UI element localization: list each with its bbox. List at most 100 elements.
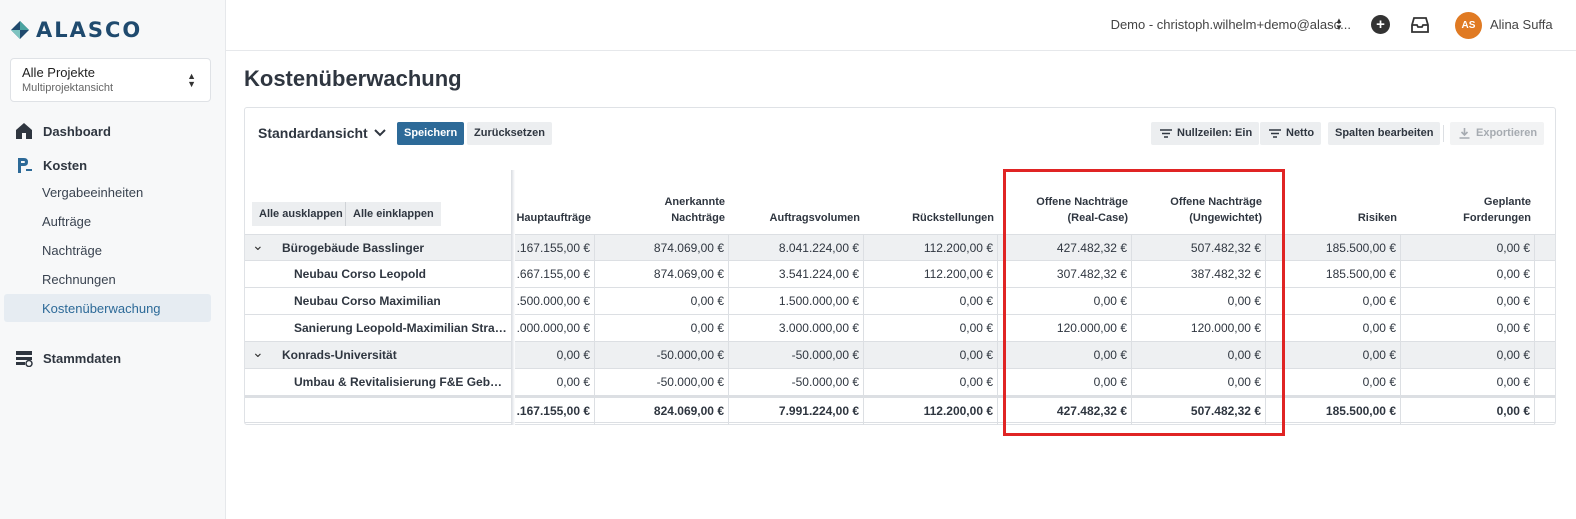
table-cell: .167.155,00 € [513, 235, 595, 262]
table-cell: 0,00 € [998, 288, 1132, 315]
view-selector-label: Standardansicht [258, 125, 368, 141]
column-header-line: Risiken [1357, 212, 1397, 224]
account-updown-icon[interactable]: ▲ ▼ [1335, 17, 1343, 32]
column-header[interactable]: Rückstellungen [912, 210, 994, 226]
table-cell: .667.155,00 € [513, 261, 595, 288]
table-cell: 3.541.224,00 € [729, 261, 864, 288]
table-row[interactable]: Neubau Corso Leopold .667.155,00 €874.069… [245, 261, 1555, 288]
table-cell: 0,00 € [998, 342, 1132, 369]
column-header[interactable]: Offene Nachträge (Real-Case) [1036, 194, 1128, 226]
project-selector-subtitle: Multiprojektansicht [22, 82, 114, 94]
group-row[interactable]: ⌄ Bürogebäude Basslinger .167.155,00 €874.… [245, 234, 1555, 262]
table-cell: 1.500.000,00 € [729, 288, 864, 315]
table-cell: 0,00 € [1266, 369, 1401, 396]
table-cell: 0,00 € [1132, 342, 1266, 369]
column-header[interactable]: Auftragsvolumen [770, 210, 860, 226]
total-cell: 427.482,32 € [998, 398, 1132, 425]
row-name: Bürogebäude Basslinger [282, 241, 425, 255]
table-cell: 0,00 € [1401, 261, 1535, 288]
save-button[interactable]: Speichern [397, 122, 465, 145]
chevron-down-icon[interactable]: ⌄ [252, 235, 264, 255]
total-cell: 7.991.224,00 € [729, 398, 864, 425]
column-header-line: Offene Nachträge [1170, 196, 1262, 208]
table-row[interactable]: Umbau & Revitalisierung F&E Gebäu... 0,00… [245, 369, 1555, 396]
table-cell: 427.482,32 € [998, 235, 1132, 262]
table-cell: 0,00 € [513, 369, 595, 396]
view-selector[interactable]: Standardansicht [258, 125, 386, 141]
table-cell: 0,00 € [1401, 315, 1535, 342]
avatar[interactable]: AS [1455, 12, 1482, 39]
collapse-all-button[interactable]: Alle einklappen [345, 202, 441, 226]
total-cell: 0,00 € [1401, 398, 1535, 425]
edit-columns-button[interactable]: Spalten bearbeiten [1328, 122, 1441, 145]
master-data-icon [14, 348, 34, 368]
logo[interactable]: ALASCO [10, 18, 142, 42]
add-circle-icon[interactable]: + [1371, 15, 1390, 34]
column-header[interactable]: Anerkannte Nachträge [664, 194, 725, 226]
column-header[interactable]: Offene Nachträge (Ungewichtet) [1170, 194, 1262, 226]
table-cell: -50.000,00 € [729, 342, 864, 369]
table-cell: 387.482,32 € [1132, 261, 1266, 288]
total-cell: 824.069,00 € [595, 398, 729, 425]
nav-vergabeeinheiten[interactable]: Vergabeeinheiten [42, 185, 143, 200]
table-cell: .000.000,00 € [513, 315, 595, 342]
logo-text: ALASCO [36, 18, 143, 42]
table-cell: 0,00 € [595, 288, 729, 315]
table-cell: 0,00 € [1132, 288, 1266, 315]
chevron-down-icon [373, 129, 386, 137]
table-cell: .500.000,00 € [513, 288, 595, 315]
expand-all-button[interactable]: Alle ausklappen [252, 202, 350, 226]
table-cell: 112.200,00 € [864, 235, 998, 262]
alasco-logo-icon [11, 21, 29, 39]
column-header-line: Geplante [1483, 196, 1531, 208]
row-name: Neubau Corso Leopold [294, 267, 426, 281]
table-cell: 0,00 € [1266, 315, 1401, 342]
total-cell: 185.500,00 € [1266, 398, 1401, 425]
export-button[interactable]: Exportieren [1450, 122, 1545, 145]
zero-rows-button[interactable]: Nullzeilen: Ein [1151, 122, 1260, 145]
column-header[interactable]: Hauptaufträge [516, 210, 591, 226]
project-selector[interactable]: Alle Projekte Multiprojektansicht ▲ ▼ [10, 58, 211, 102]
table-row[interactable]: Neubau Corso Maximilian .500.000,00 €0,00… [245, 288, 1555, 315]
table-cell: 185.500,00 € [1266, 261, 1401, 288]
net-button[interactable]: Netto [1260, 122, 1322, 145]
table-cell: 0,00 € [1401, 369, 1535, 396]
chevron-down-icon[interactable]: ⌄ [252, 342, 264, 362]
table-cell: 0,00 € [1401, 235, 1535, 262]
sidebar: ALASCO Alle Projekte Multiprojektansicht… [0, 0, 226, 519]
table-cell: 0,00 € [864, 342, 998, 369]
account-selector[interactable]: Demo - christoph.wilhelm+demo@alasc... [1111, 17, 1351, 32]
column-header[interactable]: Risiken [1358, 210, 1397, 226]
column-header-line: Hauptaufträge [516, 212, 591, 224]
updown-icon: ▲ ▼ [187, 71, 196, 89]
row-name: Sanierung Leopold-Maximilian Straß... [294, 321, 507, 335]
nav-auftraege[interactable]: Aufträge [42, 214, 91, 229]
total-cell: .167.155,00 € [513, 398, 595, 425]
table-cell: 0,00 € [864, 369, 998, 396]
nav-nachtraege[interactable]: Nachträge [42, 243, 102, 258]
filter-icon [1160, 129, 1172, 138]
nav-kosten[interactable]: Kosten [14, 155, 87, 175]
reset-button[interactable]: Zurücksetzen [467, 122, 552, 145]
nav-kostenueberwachung[interactable]: Kostenüberwachung [42, 301, 161, 316]
table-row[interactable]: Sanierung Leopold-Maximilian Straß... .00… [245, 315, 1555, 342]
nav-stammdaten[interactable]: Stammdaten [14, 348, 121, 368]
row-name: Konrads-Universität [282, 348, 397, 362]
table-cell: 120.000,00 € [998, 315, 1132, 342]
nav-dashboard[interactable]: Dashboard [14, 121, 111, 141]
column-header-line: Anerkannte [664, 196, 725, 208]
table-cell: 0,00 € [513, 342, 595, 369]
nav-rechnungen[interactable]: Rechnungen [42, 272, 116, 287]
user-name[interactable]: Alina Suffa [1490, 17, 1553, 32]
costs-icon [14, 155, 34, 175]
table-cell: 0,00 € [1266, 342, 1401, 369]
group-row[interactable]: ⌄ Konrads-Universität 0,00 € -50.000,00 € -5… [245, 342, 1555, 369]
inbox-icon[interactable] [1411, 17, 1429, 38]
project-selector-title: Alle Projekte [22, 65, 95, 80]
table-cell: 0,00 € [595, 315, 729, 342]
table-cell: 874.069,00 € [595, 235, 729, 262]
column-header[interactable]: Geplante Forderungen [1463, 194, 1531, 226]
column-header-line: Offene Nachträge [1036, 196, 1128, 208]
zero-rows-label: Nullzeilen: Ein [1177, 127, 1253, 139]
nav-dashboard-label: Dashboard [43, 123, 111, 139]
